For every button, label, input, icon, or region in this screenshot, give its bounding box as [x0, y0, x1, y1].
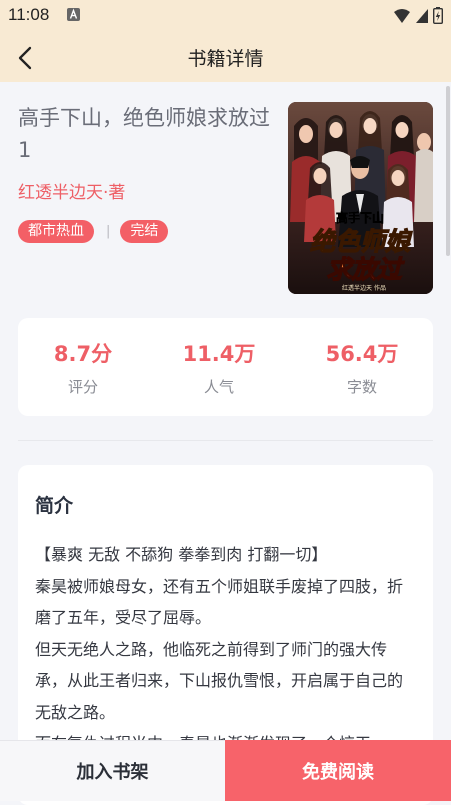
tag-divider: |: [106, 224, 111, 239]
bottom-action-bar: 加入书架 免费阅读: [0, 740, 451, 801]
rating-value: 8.7分: [53, 342, 113, 366]
battery-icon: [433, 7, 443, 24]
read-free-button[interactable]: 免费阅读: [225, 740, 451, 801]
status-bar: 11:08: [0, 0, 451, 32]
book-author[interactable]: 红透半边天·著: [18, 178, 125, 203]
tag-genre[interactable]: 都市热血: [18, 220, 94, 243]
stats-card: 8.7分 评分 11.4万 人气 56.4万 字数: [18, 318, 433, 416]
book-title: 高手下山，绝色师娘求放过1: [18, 106, 270, 162]
status-icons: [393, 7, 443, 24]
word-count-value: 56.4万: [325, 342, 399, 366]
book-tags: 都市热血 | 完结: [18, 220, 169, 243]
intro-line: 【暴爽 无敌 不舔狗 拳拳到肉 打翻一切】: [35, 545, 328, 564]
intro-text: 【暴爽 无敌 不舔狗 拳拳到肉 打翻一切】 秦昊被师娘母女，还有五个师姐联手废掉…: [35, 539, 410, 760]
intro-heading: 简介: [35, 495, 74, 517]
cover-artwork: 高手下山 绝色师娘 求放过 红透半边天 作品: [288, 102, 433, 294]
stat-rating: 8.7分 评分: [18, 340, 148, 397]
add-to-shelf-button[interactable]: 加入书架: [0, 740, 225, 801]
page-title: 书籍详情: [187, 48, 264, 70]
intro-line: 秦昊被师娘母女，还有五个师姐联手废掉了四肢，折磨了五年，受尽了屈辱。: [35, 576, 404, 628]
tag-status[interactable]: 完结: [120, 220, 169, 243]
intro-line: 但天无绝人之路，他临死之前得到了师门的强大传承，从此王者归来，下山报仇雪恨，开启…: [35, 639, 404, 722]
stat-word-count: 56.4万 字数: [297, 340, 427, 397]
stat-popularity: 11.4万 人气: [154, 340, 284, 397]
cover-top-text: 高手下山: [336, 210, 384, 225]
scrollbar[interactable]: [446, 86, 450, 256]
rating-label: 评分: [67, 378, 98, 396]
notification-a-icon: [67, 8, 80, 21]
signal-icon: [416, 8, 428, 23]
wifi-icon: [394, 8, 410, 23]
header: 书籍详情: [0, 32, 451, 82]
cover-main-line2: 求放过: [326, 255, 405, 284]
cover-main-line1: 绝色师娘: [310, 227, 413, 256]
cover-credit: 红透半边天 作品: [342, 284, 386, 292]
book-cover[interactable]: 高手下山 绝色师娘 求放过 红透半边天 作品: [288, 102, 433, 294]
section-divider: [18, 440, 433, 441]
popularity-label: 人气: [203, 378, 234, 396]
status-time: 11:08: [8, 5, 50, 24]
word-count-label: 字数: [346, 378, 377, 396]
popularity-value: 11.4万: [182, 342, 256, 366]
